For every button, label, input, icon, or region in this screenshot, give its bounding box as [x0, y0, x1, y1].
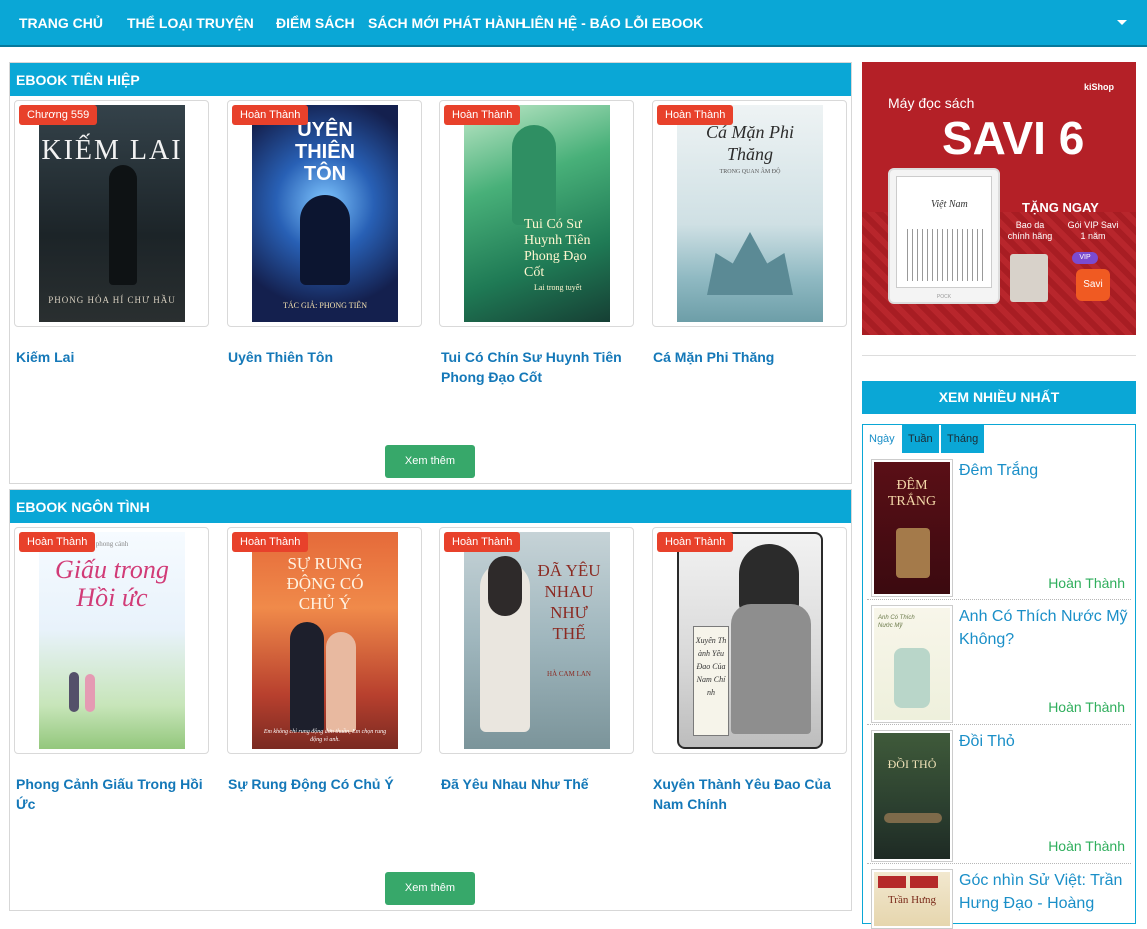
see-more-button[interactable]: Xem thêm [385, 872, 475, 905]
book-title[interactable]: Đồi Thỏ [959, 730, 1133, 753]
book-title[interactable]: Phong Cảnh Giấu Trong Hồi Ức [16, 774, 206, 814]
nav-book-review[interactable]: ĐIỂM SÁCH [276, 0, 355, 47]
book-title[interactable]: Đã Yêu Nhau Như Thế [441, 774, 631, 794]
list-item[interactable]: Anh Có Thích Nước Mỹ Anh Có Thích Nước M… [867, 601, 1131, 725]
book-cover[interactable]: Cá Mặn Phi Thăng TRONG QUAN ÂM ĐỘ [677, 105, 823, 322]
book-title[interactable]: Uyên Thiên Tôn [228, 347, 418, 367]
status-badge: Chương 559 [19, 105, 98, 125]
book-title[interactable]: Góc nhìn Sử Việt: Trần Hưng Đạo - Hoàng [959, 869, 1133, 915]
status-badge: Hoàn Thành [19, 532, 96, 552]
book-card[interactable]: SỰ RUNG ĐỘNG CÓ CHỦ Ý Em không chỉ rung … [227, 527, 422, 754]
book-cover[interactable]: ĐÃ YÊU NHAU NHƯ THẾ HÀ CAM LAN [464, 532, 610, 749]
nav-home[interactable]: TRANG CHỦ [19, 0, 103, 47]
status-text: Hoàn Thành [1048, 838, 1125, 854]
book-card[interactable]: UYÊN THIÊN TÔN TÁC GIẢ: PHONG TIÊN Hoàn … [227, 100, 422, 327]
list-item[interactable]: ĐỒI THỎ Đồi Thỏ Hoàn Thành [867, 726, 1131, 864]
book-card[interactable]: Cá Mặn Phi Thăng TRONG QUAN ÂM ĐỘ Hoàn T… [652, 100, 847, 327]
section-ngon-tinh: EBOOK NGÔN TÌNH phong cảnh Giấu trong Hồ… [9, 489, 852, 911]
status-badge: Hoàn Thành [657, 105, 734, 125]
kishop-logo: kiShop [1084, 82, 1115, 92]
status-badge: Hoàn Thành [444, 532, 521, 552]
status-badge: Hoàn Thành [232, 532, 309, 552]
book-cover[interactable]: Trần Hưng [871, 869, 953, 929]
see-more-button[interactable]: Xem thêm [385, 445, 475, 478]
section-heading: EBOOK TIÊN HIỆP [10, 63, 851, 96]
book-card[interactable]: ĐÃ YÊU NHAU NHƯ THẾ HÀ CAM LAN Hoàn Thàn… [439, 527, 634, 754]
book-title[interactable]: Sự Rung Động Có Chủ Ý [228, 774, 418, 794]
tab-month[interactable]: Tháng [941, 425, 985, 453]
section-heading: EBOOK NGÔN TÌNH [10, 490, 851, 523]
most-viewed-heading: XEM NHIỀU NHẤT [862, 381, 1136, 414]
nav-new-releases[interactable]: SÁCH MỚI PHÁT HÀNH [368, 0, 525, 47]
status-text: Hoàn Thành [1048, 575, 1125, 591]
book-title[interactable]: Xuyên Thành Yêu Đao Của Nam Chính [653, 774, 843, 814]
book-card[interactable]: phong cảnh Giấu trong Hồi ức Hoàn Thành [14, 527, 209, 754]
book-cover[interactable]: Xuyên Thành Yêu Đao Của Nam Chính [677, 532, 823, 749]
book-cover[interactable]: KIẾM LAI PHONG HỎA HÍ CHƯ HẦU [39, 105, 185, 322]
savi-logo: Savi [1076, 269, 1110, 301]
divider [862, 355, 1136, 356]
chevron-down-icon[interactable] [1117, 20, 1127, 25]
ad-product: SAVI 6 [942, 112, 1085, 164]
list-item[interactable]: Trần Hưng Góc nhìn Sử Việt: Trần Hưng Đạ… [867, 865, 1133, 929]
most-viewed-panel: Ngày Tuần Tháng ĐÊM TRẮNG Đêm Trắng Hoàn… [862, 424, 1136, 929]
status-text: Hoàn Thành [1048, 699, 1125, 715]
savi-ad-banner[interactable]: kiShop Máy đọc sách SAVI 6 Việt Nam POCK… [862, 62, 1136, 335]
status-badge: Hoàn Thành [657, 532, 734, 552]
book-title[interactable]: Tui Có Chín Sư Huynh Tiên Phong Đạo Cốt [441, 347, 631, 387]
status-badge: Hoàn Thành [444, 105, 521, 125]
ad-gift2: Gói VIP Savi 1 năm [1067, 220, 1119, 241]
top-navbar: TRANG CHỦ THỂ LOẠI TRUYỆN ĐIỂM SÁCH SÁCH… [0, 0, 1147, 47]
book-title[interactable]: Kiếm Lai [16, 347, 206, 367]
nav-genres[interactable]: THỂ LOẠI TRUYỆN [127, 0, 254, 47]
book-cover[interactable]: phong cảnh Giấu trong Hồi ức [39, 532, 185, 749]
tab-week[interactable]: Tuần [902, 425, 939, 453]
ad-gift-title: TẶNG NGAY [1022, 200, 1099, 215]
book-card[interactable]: Tui Có Sư Huynh Tiên Phong Đạo Cốt Lai t… [439, 100, 634, 327]
book-card[interactable]: Xuyên Thành Yêu Đao Của Nam Chính Hoàn T… [652, 527, 847, 754]
status-badge: Hoàn Thành [232, 105, 309, 125]
section-tien-hiep: EBOOK TIÊN HIỆP KIẾM LAI PHONG HỎA HÍ CH… [9, 62, 852, 484]
vip-badge: VIP [1072, 252, 1098, 264]
book-cover[interactable]: ĐỒI THỎ [871, 730, 953, 862]
ad-gift1: Bao da chính hãng [1007, 220, 1053, 241]
leather-case-image [1010, 254, 1048, 302]
book-cover[interactable]: UYÊN THIÊN TÔN TÁC GIẢ: PHONG TIÊN [252, 105, 398, 322]
nav-contact[interactable]: LIÊN HỆ - BÁO LỖI EBOOK [522, 0, 703, 47]
book-title[interactable]: Cá Mặn Phi Thăng [653, 347, 843, 367]
book-cover[interactable]: Anh Có Thích Nước Mỹ [871, 605, 953, 723]
book-cover[interactable]: ĐÊM TRẮNG [871, 459, 953, 597]
book-cover[interactable]: Tui Có Sư Huynh Tiên Phong Đạo Cốt Lai t… [464, 105, 610, 322]
list-item[interactable]: ĐÊM TRẮNG Đêm Trắng Hoàn Thành [867, 455, 1131, 600]
book-title[interactable]: Anh Có Thích Nước Mỹ Không? [959, 605, 1133, 651]
book-title[interactable]: Đêm Trắng [959, 459, 1133, 482]
tab-day[interactable]: Ngày [863, 425, 901, 453]
book-card[interactable]: KIẾM LAI PHONG HỎA HÍ CHƯ HẦU Chương 559 [14, 100, 209, 327]
book-cover[interactable]: SỰ RUNG ĐỘNG CÓ CHỦ Ý Em không chỉ rung … [252, 532, 398, 749]
ad-line1: Máy đọc sách [888, 95, 975, 111]
ereader-image: Việt Nam POCK [888, 168, 1000, 304]
